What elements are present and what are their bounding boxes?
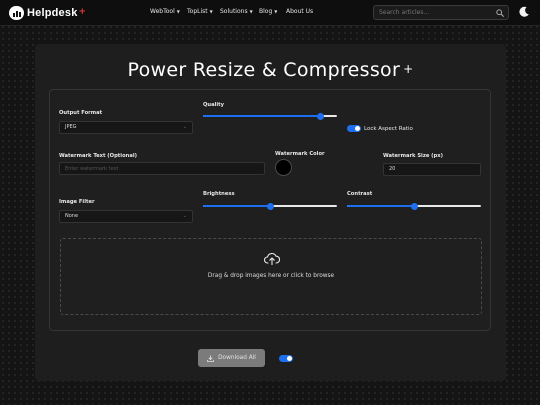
watermark-color-picker[interactable] bbox=[275, 159, 292, 176]
chevron-down-icon: ⌄ bbox=[182, 213, 187, 219]
quality-slider[interactable] bbox=[203, 112, 337, 120]
image-dropzone[interactable]: Drag & drop images here or click to brow… bbox=[60, 238, 482, 315]
slider-fill bbox=[203, 205, 270, 207]
chevron-down-icon: ▼ bbox=[274, 9, 278, 14]
chevron-down-icon: ▼ bbox=[249, 9, 253, 14]
toggle-knob bbox=[287, 356, 292, 361]
nav-item-blog[interactable]: Blog ▼ bbox=[259, 8, 277, 15]
dropzone-text: Drag & drop images here or click to brow… bbox=[207, 273, 335, 279]
nav-item-label: Blog bbox=[259, 8, 273, 15]
slider-fill bbox=[203, 115, 321, 117]
slider-thumb[interactable] bbox=[317, 112, 325, 120]
download-all-label: Download All bbox=[218, 355, 256, 361]
cloud-upload-icon bbox=[264, 252, 280, 265]
page-title-text: Power Resize & Compressor bbox=[127, 59, 401, 81]
download-icon bbox=[207, 354, 214, 362]
nav-item-label: TopList bbox=[187, 8, 208, 15]
lock-aspect-label: Lock Aspect Ratio bbox=[364, 126, 413, 132]
page-title: Power Resize & Compressor + bbox=[35, 59, 506, 81]
search-box bbox=[373, 5, 509, 20]
image-filter-select[interactable]: None ⌄ bbox=[59, 210, 193, 223]
quality-label: Quality bbox=[203, 102, 225, 108]
watermark-text-input[interactable] bbox=[59, 162, 265, 175]
download-all-button[interactable]: Download All bbox=[198, 349, 265, 367]
search-input[interactable] bbox=[374, 6, 492, 19]
chevron-down-icon: ⌄ bbox=[182, 124, 187, 130]
slider-thumb[interactable] bbox=[410, 202, 418, 210]
brand-name: Helpdesk bbox=[27, 7, 78, 19]
nav-item-webtool[interactable]: WebTool ▼ bbox=[150, 8, 180, 15]
slider-fill bbox=[347, 205, 414, 207]
brand-logo-icon bbox=[9, 6, 24, 20]
watermark-color-label: Watermark Color bbox=[275, 151, 325, 157]
nav-item-label: WebTool bbox=[150, 8, 175, 15]
output-format-value: JPEG bbox=[65, 124, 77, 130]
moon-icon[interactable] bbox=[518, 6, 530, 18]
toggle-knob bbox=[355, 126, 360, 131]
tool-card: Power Resize & Compressor + Output Format… bbox=[35, 44, 506, 381]
top-navbar: Helpdesk + WebTool ▼ TopList ▼ Solutions… bbox=[0, 0, 540, 26]
output-format-label: Output Format bbox=[59, 110, 103, 116]
page-title-plus: + bbox=[403, 62, 414, 76]
watermark-text-label: Watermark Text (Optional) bbox=[59, 153, 137, 159]
nav-item-label: Solutions bbox=[220, 8, 248, 15]
nav-item-solutions[interactable]: Solutions ▼ bbox=[220, 8, 253, 15]
brightness-label: Brightness bbox=[203, 191, 235, 197]
nav-item-label: About Us bbox=[286, 8, 314, 15]
watermark-size-value: 20 bbox=[389, 166, 396, 172]
watermark-size-label: Watermark Size (px) bbox=[383, 153, 443, 159]
search-icon[interactable] bbox=[496, 9, 504, 17]
chevron-down-icon: ▼ bbox=[176, 9, 180, 14]
output-format-select[interactable]: JPEG ⌄ bbox=[59, 121, 193, 134]
slider-thumb[interactable] bbox=[266, 202, 274, 210]
lock-aspect-toggle[interactable] bbox=[347, 125, 361, 132]
nav-item-toplist[interactable]: TopList ▼ bbox=[187, 8, 213, 15]
brand-plus: + bbox=[78, 6, 87, 17]
image-filter-label: Image Filter bbox=[59, 199, 95, 205]
contrast-slider[interactable] bbox=[347, 202, 481, 210]
nav-item-about-us[interactable]: About Us bbox=[286, 8, 313, 15]
bottom-toggle[interactable] bbox=[279, 355, 293, 362]
settings-panel: Output Format JPEG ⌄ Quality Lock Aspect… bbox=[49, 89, 491, 331]
chevron-down-icon: ▼ bbox=[209, 9, 213, 14]
watermark-size-input[interactable]: 20 bbox=[383, 163, 481, 176]
brand-logo-link[interactable]: Helpdesk + bbox=[9, 6, 86, 20]
contrast-label: Contrast bbox=[347, 191, 373, 197]
brightness-slider[interactable] bbox=[203, 202, 337, 210]
image-filter-value: None bbox=[65, 213, 79, 219]
